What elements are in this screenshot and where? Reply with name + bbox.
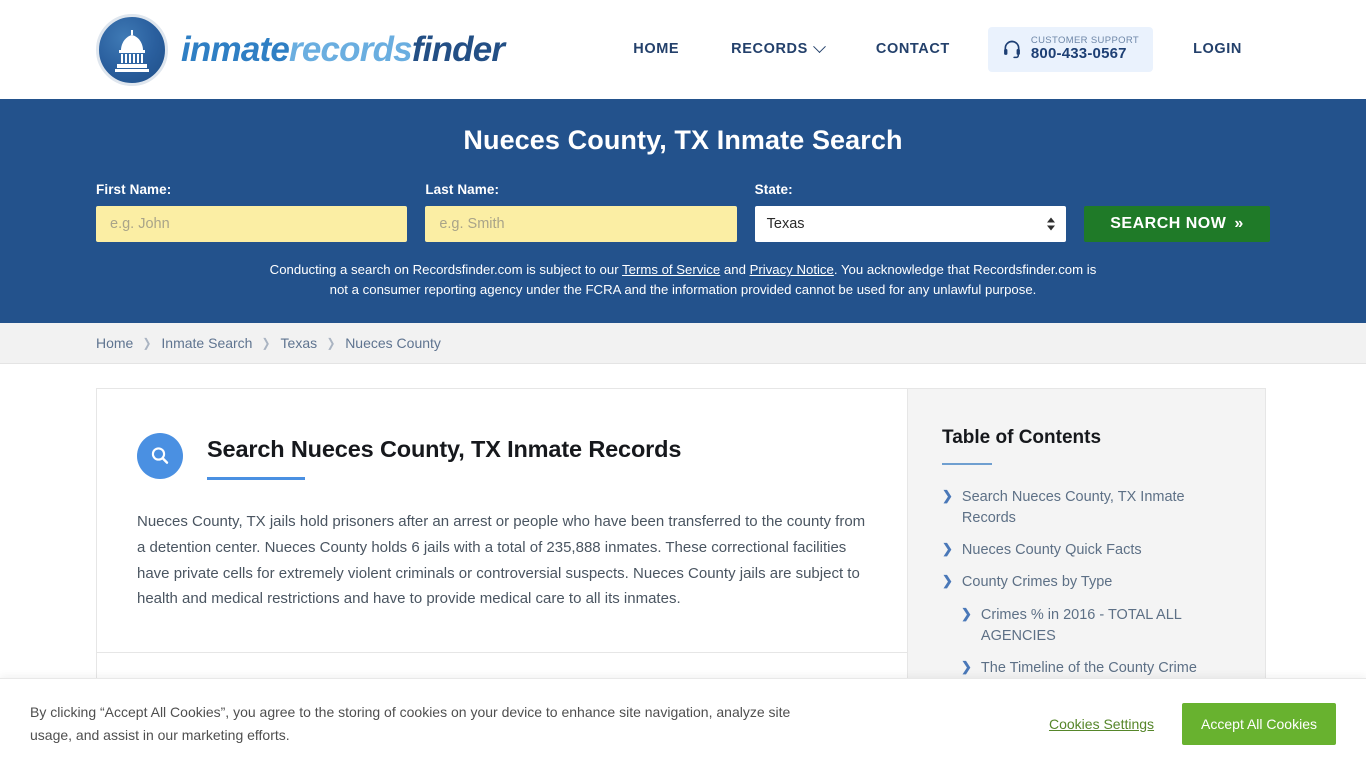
- last-name-input[interactable]: [425, 206, 737, 242]
- double-chevron-right-icon: »: [1234, 215, 1244, 232]
- search-disclaimer: Conducting a search on Recordsfinder.com…: [259, 260, 1107, 301]
- site-header: inmaterecordsfinder HOME RECORDS CONTACT…: [0, 0, 1366, 99]
- toc-item-label: Search Nueces County, TX Inmate Records: [961, 488, 1185, 527]
- breadcrumb-separator-icon: ❯: [143, 335, 152, 350]
- search-now-button[interactable]: SEARCH NOW »: [1083, 206, 1270, 242]
- state-field-group: State: Texas: [754, 182, 1066, 242]
- breadcrumb-item-inmate-search[interactable]: Inmate Search: [161, 335, 252, 351]
- breadcrumb-separator-icon: ❯: [326, 335, 336, 350]
- toc-underline: [942, 462, 992, 465]
- chevron-right-icon: ❯: [942, 573, 953, 589]
- nav-item-contact[interactable]: CONTACT: [850, 41, 976, 57]
- section-search-records: Search Nueces County, TX Inmate Records …: [97, 389, 907, 654]
- chevron-down-icon: [813, 40, 826, 54]
- select-spinner-icon[interactable]: [1046, 217, 1055, 231]
- disclaimer-part-1: Conducting a search on Recordsfinder.com…: [269, 262, 623, 277]
- disclaimer-part-2: and: [720, 262, 750, 277]
- first-name-input[interactable]: [96, 206, 408, 242]
- nav-item-records-label: RECORDS: [731, 41, 808, 58]
- state-label: State:: [754, 182, 793, 197]
- brand-part-finder: finder: [411, 30, 505, 69]
- breadcrumb-separator-icon: ❯: [262, 335, 271, 350]
- toc-item-label: Crimes % in 2016 - TOTAL ALL AGENCIES: [980, 606, 1182, 644]
- breadcrumb: Home ❯ Inmate Search ❯ Texas ❯ Nueces Co…: [0, 322, 1366, 364]
- headset-icon: [1003, 41, 1020, 59]
- toc-item-crimes-2016[interactable]: ❯ Crimes % in 2016 - TOTAL ALL AGENCIES: [942, 605, 1231, 647]
- brand-part-records: records: [289, 30, 413, 69]
- breadcrumb-item-texas[interactable]: Texas: [281, 335, 318, 351]
- cookie-banner-text: By clicking “Accept All Cookies”, you ag…: [30, 704, 791, 743]
- first-name-label: First Name:: [96, 182, 172, 197]
- section-paragraph: Nueces County, TX jails hold prisoners a…: [137, 513, 866, 608]
- section-title-wrap: Search Nueces County, TX Inmate Records: [207, 431, 682, 481]
- first-name-field-group: First Name:: [96, 182, 408, 242]
- cookie-banner-actions: Cookies Settings Accept All Cookies: [1049, 702, 1336, 745]
- brand-wordmark: inmaterecordsfinder: [181, 30, 505, 69]
- support-phone: 800-433-0567: [1030, 45, 1127, 63]
- spinner-down-arrow: [1046, 225, 1055, 231]
- cookies-settings-link[interactable]: Cookies Settings: [1049, 716, 1154, 732]
- terms-of-service-link[interactable]: Terms of Service: [622, 262, 720, 277]
- state-select[interactable]: Texas: [754, 206, 1066, 242]
- breadcrumb-item-current: Nueces County: [345, 334, 441, 351]
- accept-all-cookies-button[interactable]: Accept All Cookies: [1182, 702, 1336, 745]
- site-logo[interactable]: inmaterecordsfinder: [96, 13, 505, 86]
- chevron-right-icon: ❯: [942, 487, 953, 503]
- cookie-consent-banner: By clicking “Accept All Cookies”, you ag…: [0, 678, 1366, 768]
- magnifier-glyph: [151, 447, 169, 464]
- search-now-label: SEARCH NOW: [1110, 215, 1227, 232]
- last-name-field-group: Last Name:: [425, 182, 737, 242]
- toc-title: Table of Contents: [942, 426, 1102, 448]
- section-title: Search Nueces County, TX Inmate Records: [207, 435, 682, 462]
- capitol-dome-glyph: [115, 29, 149, 72]
- brand-part-inmate: inmate: [181, 30, 290, 69]
- toc-item-label: Nueces County Quick Facts: [961, 542, 1142, 559]
- section-header: Search Nueces County, TX Inmate Records: [137, 431, 867, 481]
- customer-support-box[interactable]: CUSTOMER SUPPORT 800-433-0567: [987, 26, 1154, 73]
- chevron-right-icon: ❯: [942, 541, 953, 557]
- inmate-search-form: First Name: Last Name: State: Texas SEAR…: [96, 182, 1270, 242]
- page-title: Nueces County, TX Inmate Search: [463, 125, 903, 155]
- privacy-notice-link[interactable]: Privacy Notice: [750, 262, 834, 277]
- magnifier-icon: [137, 432, 183, 479]
- nav-item-login[interactable]: LOGIN: [1167, 41, 1268, 57]
- toc-item-label: County Crimes by Type: [961, 574, 1113, 591]
- hero-search-banner: Nueces County, TX Inmate Search First Na…: [0, 99, 1366, 323]
- last-name-label: Last Name:: [425, 182, 500, 197]
- nav-item-home[interactable]: HOME: [607, 41, 705, 57]
- title-underline: [207, 477, 305, 481]
- capitol-dome-icon: [96, 13, 168, 86]
- chevron-right-icon: ❯: [961, 658, 972, 674]
- state-select-wrap: Texas: [754, 206, 1066, 242]
- chevron-right-icon: ❯: [961, 605, 972, 621]
- breadcrumb-item-home[interactable]: Home: [96, 335, 133, 351]
- nav-item-records[interactable]: RECORDS: [705, 40, 850, 58]
- toc-item-search-records[interactable]: ❯ Search Nueces County, TX Inmate Record…: [942, 487, 1231, 529]
- main-navigation: HOME RECORDS CONTACT CUSTOMER SUPPORT 80…: [607, 26, 1268, 73]
- support-text: CUSTOMER SUPPORT 800-433-0567: [1030, 35, 1139, 63]
- toc-item-crimes-by-type[interactable]: ❯ County Crimes by Type: [942, 572, 1231, 593]
- toc-item-quick-facts[interactable]: ❯ Nueces County Quick Facts: [942, 540, 1231, 561]
- spinner-up-arrow: [1046, 217, 1055, 223]
